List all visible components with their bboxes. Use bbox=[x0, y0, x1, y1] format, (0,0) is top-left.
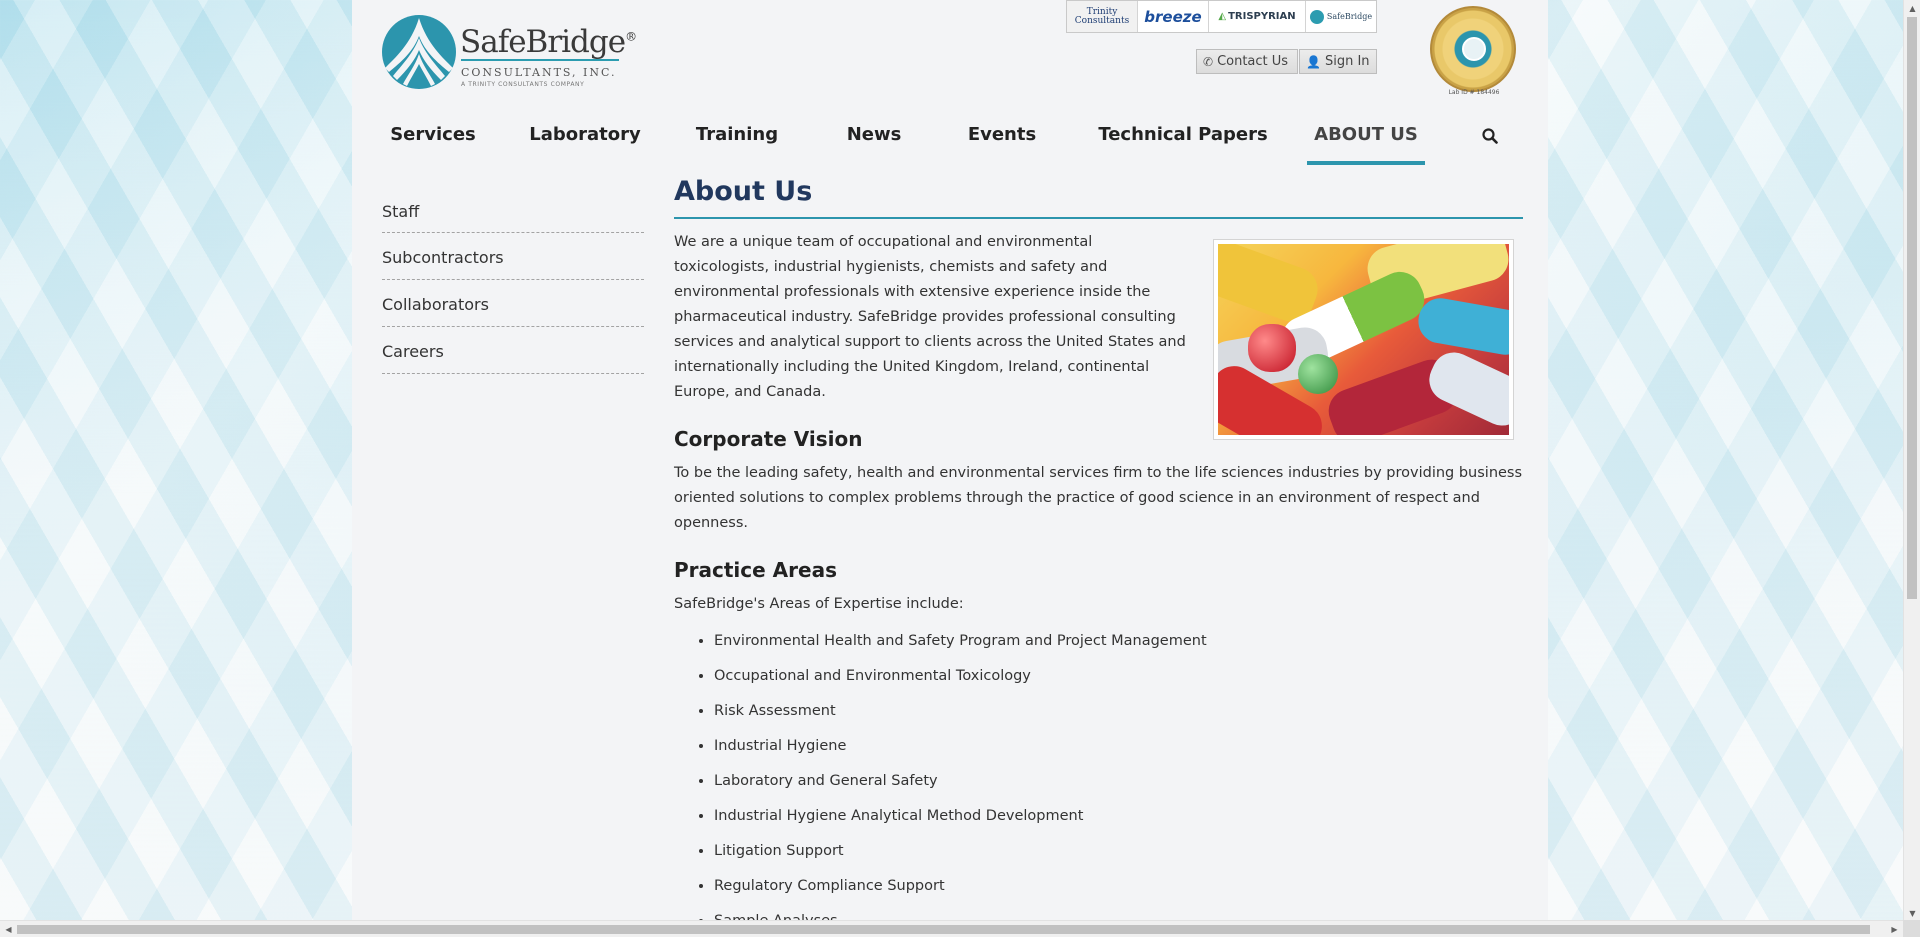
vision-paragraph: To be the leading safety, health and env… bbox=[674, 465, 1523, 531]
pills-image bbox=[1213, 239, 1514, 440]
accreditation-seal-icon bbox=[1430, 6, 1516, 92]
logo-mark-icon bbox=[382, 15, 456, 89]
sidebar-item-subcontractors[interactable]: Subcontractors bbox=[382, 233, 644, 280]
list-item: Regulatory Compliance Support bbox=[714, 874, 1523, 909]
partner-trispyrian-logo[interactable]: ◭ TRISPYRIAN bbox=[1209, 1, 1306, 32]
partner-trinity-logo[interactable]: Trinity Consultants bbox=[1067, 1, 1138, 32]
list-item: Risk Assessment bbox=[714, 699, 1523, 734]
phone-icon: ✆ bbox=[1203, 54, 1214, 69]
trispyrian-mark-icon: ◭ bbox=[1218, 11, 1227, 22]
nav-training[interactable]: Training bbox=[682, 116, 792, 164]
search-icon bbox=[1482, 128, 1498, 144]
nav-news[interactable]: News bbox=[831, 116, 917, 164]
nav-events[interactable]: Events bbox=[952, 116, 1052, 164]
scrollbar-corner bbox=[1903, 920, 1920, 937]
list-item: Industrial Hygiene Analytical Method Dev… bbox=[714, 804, 1523, 839]
list-item: Environmental Health and Safety Program … bbox=[714, 629, 1523, 664]
safebridge-mark-icon bbox=[1309, 9, 1324, 24]
seal-center bbox=[1462, 37, 1486, 61]
nav-about-us[interactable]: ABOUT US bbox=[1307, 116, 1425, 165]
partner-safebridge-logo[interactable]: SafeBridge bbox=[1306, 1, 1376, 32]
list-item: Occupational and Environmental Toxicolog… bbox=[714, 664, 1523, 699]
nav-services[interactable]: Services bbox=[378, 116, 488, 164]
nav-laboratory[interactable]: Laboratory bbox=[520, 116, 650, 164]
background-pattern-right bbox=[1548, 0, 1908, 937]
sidebar: Staff Subcontractors Collaborators Caree… bbox=[382, 190, 644, 374]
partner-breeze-logo[interactable]: breeze bbox=[1138, 1, 1209, 32]
logo-subtitle: CONSULTANTS, INC. bbox=[461, 66, 617, 79]
nav-technical-papers[interactable]: Technical Papers bbox=[1083, 116, 1283, 164]
horizontal-scroll-thumb[interactable] bbox=[17, 925, 1870, 934]
main-nav: Services Laboratory Training News Events… bbox=[352, 116, 1548, 166]
practice-list: Environmental Health and Safety Program … bbox=[674, 629, 1523, 937]
pills-photo bbox=[1218, 244, 1509, 435]
seal-caption: Lab ID # 184496 bbox=[1448, 89, 1500, 96]
list-item: Industrial Hygiene bbox=[714, 734, 1523, 769]
sign-in-label: Sign In bbox=[1324, 54, 1370, 69]
practice-heading: Practice Areas bbox=[674, 558, 837, 582]
background-pattern-left bbox=[0, 0, 360, 937]
sidebar-item-careers[interactable]: Careers bbox=[382, 327, 644, 374]
scroll-up-icon[interactable]: ▲ bbox=[1904, 0, 1920, 17]
page-title: About Us bbox=[674, 176, 1523, 219]
practice-intro: SafeBridge's Areas of Expertise include: bbox=[674, 596, 964, 612]
contact-us-label: Contact Us bbox=[1217, 54, 1289, 69]
list-item: Litigation Support bbox=[714, 839, 1523, 874]
scroll-left-icon[interactable]: ◀ bbox=[0, 921, 17, 937]
vertical-scrollbar[interactable]: ▲ ▼ bbox=[1903, 0, 1920, 922]
horizontal-scrollbar[interactable]: ◀ ▶ bbox=[0, 920, 1903, 937]
user-icon: 👤 bbox=[1306, 54, 1321, 69]
sign-in-button[interactable]: 👤 Sign In bbox=[1299, 49, 1377, 74]
logo-divider bbox=[461, 59, 619, 61]
page-container: SafeBridge® CONSULTANTS, INC. A TRINITY … bbox=[352, 0, 1548, 929]
logo-tagline: A TRINITY CONSULTANTS COMPANY bbox=[461, 81, 585, 88]
scroll-right-icon[interactable]: ▶ bbox=[1886, 921, 1903, 937]
logo-name: SafeBridge® bbox=[460, 24, 637, 60]
nav-search-button[interactable] bbox=[1470, 116, 1510, 164]
main-content: About Us We are a unique team of occupat… bbox=[674, 176, 1523, 937]
contact-us-button[interactable]: ✆ Contact Us bbox=[1196, 49, 1298, 74]
partner-logos: Trinity Consultants breeze ◭ TRISPYRIAN S… bbox=[1066, 0, 1377, 33]
sidebar-item-collaborators[interactable]: Collaborators bbox=[382, 280, 644, 327]
list-item: Laboratory and General Safety bbox=[714, 769, 1523, 804]
vertical-scroll-thumb[interactable] bbox=[1907, 17, 1917, 599]
site-logo[interactable]: SafeBridge® CONSULTANTS, INC. A TRINITY … bbox=[381, 14, 637, 92]
intro-paragraph: We are a unique team of occupational and… bbox=[674, 234, 1186, 400]
sidebar-item-staff[interactable]: Staff bbox=[382, 190, 644, 233]
